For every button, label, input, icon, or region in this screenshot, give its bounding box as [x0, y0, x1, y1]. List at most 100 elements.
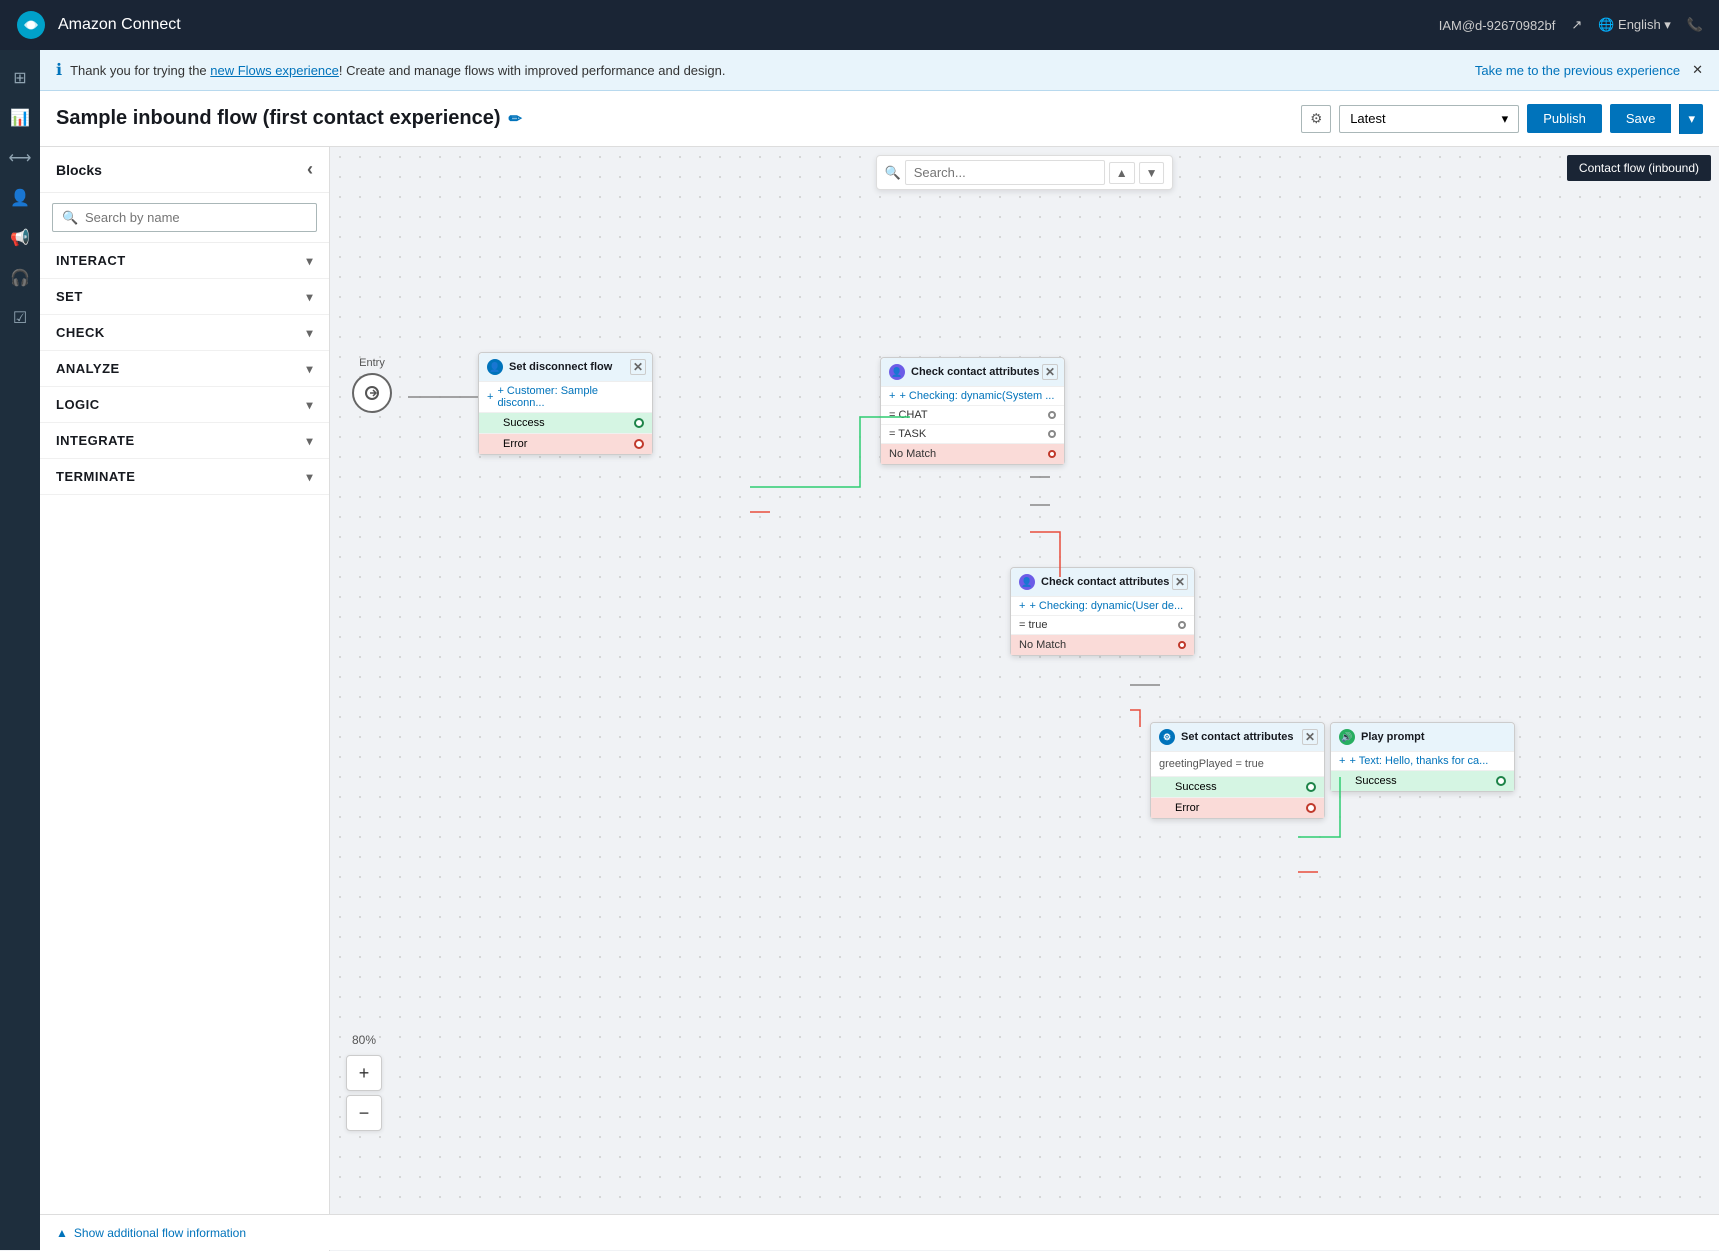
publish-button[interactable]: Publish	[1527, 104, 1602, 133]
check-nomatch-row-1: No Match	[881, 443, 1064, 464]
banner-link[interactable]: new Flows experience	[210, 63, 339, 78]
canvas[interactable]: 🔍 ▲ ▼ Contact flow (inbound)	[330, 147, 1719, 1251]
connections-svg	[330, 147, 1719, 1251]
category-terminate[interactable]: TERMINATE ▾	[40, 459, 329, 495]
blocks-search-area: 🔍	[40, 193, 329, 243]
category-logic[interactable]: LOGIC ▾	[40, 387, 329, 423]
page-header: Sample inbound flow (first contact exper…	[0, 91, 1719, 147]
category-analyze[interactable]: ANALYZE ▾	[40, 351, 329, 387]
language-selector[interactable]: 🌐 English ▾	[1598, 17, 1671, 33]
chevron-analyze-icon: ▾	[306, 362, 313, 376]
nav-down-button[interactable]: ▼	[1139, 162, 1165, 184]
set-disconnect-content: + + Customer: Sample disconn...	[479, 382, 652, 412]
check-contact-1-header: 👤 Check contact attributes ✕	[881, 358, 1064, 387]
sidebar-icon-channels[interactable]: 📢	[4, 222, 36, 254]
set-contact-header: ⚙ Set contact attributes ✕	[1151, 723, 1324, 752]
zoom-out-button[interactable]: −	[346, 1095, 382, 1131]
search-canvas-icon: 🔍	[885, 165, 901, 181]
zoom-in-button[interactable]: +	[346, 1055, 382, 1091]
set-contact-title: Set contact attributes	[1181, 731, 1293, 743]
amazon-connect-logo	[16, 10, 46, 40]
set-contact-node[interactable]: ⚙ Set contact attributes ✕ greetingPlaye…	[1150, 722, 1325, 819]
check-task-row: = TASK	[881, 424, 1064, 443]
chevron-up-icon: ▲	[56, 1226, 68, 1240]
check-true-row: = true	[1011, 615, 1194, 634]
check-contact-2-title: Check contact attributes	[1041, 576, 1169, 588]
category-interact[interactable]: INTERACT ▾	[40, 243, 329, 279]
category-check[interactable]: CHECK ▾	[40, 315, 329, 351]
show-additional-info[interactable]: Show additional flow information	[74, 1226, 246, 1240]
set-disconnect-node[interactable]: 👤 Set disconnect flow ✕ + + Customer: Sa…	[478, 352, 653, 455]
check-contact-1-icon: 👤	[889, 364, 905, 380]
nomatch-port-2	[1178, 641, 1186, 649]
play-prompt-content: + + Text: Hello, thanks for ca...	[1331, 752, 1514, 770]
chevron-check-icon: ▾	[306, 326, 313, 340]
user-info[interactable]: IAM@d-92670982bf	[1439, 18, 1556, 33]
search-icon: 🔍	[62, 210, 78, 226]
entry-node: Entry	[352, 357, 392, 413]
set-disconnect-icon: 👤	[487, 359, 503, 375]
check-contact-1-close[interactable]: ✕	[1042, 364, 1058, 380]
check-contact-1-node[interactable]: 👤 Check contact attributes ✕ + + Checkin…	[880, 357, 1065, 465]
version-selector[interactable]: Latest ▾	[1339, 105, 1519, 133]
play-prompt-node[interactable]: 🔊 Play prompt + + Text: Hello, thanks fo…	[1330, 722, 1515, 792]
sidebar-icon-users[interactable]: 👤	[4, 182, 36, 214]
chevron-logic-icon: ▾	[306, 398, 313, 412]
search-input[interactable]	[52, 203, 317, 232]
set-disconnect-title: Set disconnect flow	[509, 361, 612, 373]
play-prompt-success: Success	[1331, 770, 1514, 791]
flow-badge: Contact flow (inbound)	[1567, 155, 1711, 181]
set-contact-error: Error	[1151, 797, 1324, 818]
check-contact-2-node[interactable]: 👤 Check contact attributes ✕ + + Checkin…	[1010, 567, 1195, 656]
main-area: Blocks ‹ 🔍 INTERACT ▾ SET ▾ CHECK ▾ ANAL…	[40, 147, 1719, 1251]
check-contact-2-header: 👤 Check contact attributes ✕	[1011, 568, 1194, 597]
category-set[interactable]: SET ▾	[40, 279, 329, 315]
check-contact-2-close[interactable]: ✕	[1172, 574, 1188, 590]
play-prompt-title: Play prompt	[1361, 731, 1425, 743]
set-disconnect-header: 👤 Set disconnect flow ✕	[479, 353, 652, 382]
chat-port	[1048, 411, 1056, 419]
check-contact-1-content: + + Checking: dynamic(System ...	[881, 387, 1064, 405]
set-contact-close[interactable]: ✕	[1302, 729, 1318, 745]
canvas-search-input[interactable]	[905, 160, 1105, 185]
nav-up-button[interactable]: ▲	[1109, 162, 1135, 184]
chevron-set-icon: ▾	[306, 290, 313, 304]
canvas-toolbar: 🔍 ▲ ▼	[876, 155, 1174, 190]
chevron-terminate-icon: ▾	[306, 470, 313, 484]
sidebar-icon-headset[interactable]: 🎧	[4, 262, 36, 294]
entry-circle[interactable]	[352, 373, 392, 413]
chevron-integrate-icon: ▾	[306, 434, 313, 448]
blocks-panel: Blocks ‹ 🔍 INTERACT ▾ SET ▾ CHECK ▾ ANAL…	[40, 147, 330, 1251]
banner: ℹ Thank you for trying the new Flows exp…	[0, 50, 1719, 91]
error-port	[634, 439, 644, 449]
banner-text: Thank you for trying the new Flows exper…	[70, 63, 725, 78]
set-disconnect-close[interactable]: ✕	[630, 359, 646, 375]
set-contact-content: greetingPlayed = true	[1151, 752, 1324, 776]
set-contact-icon: ⚙	[1159, 729, 1175, 745]
zoom-level-label: 80%	[346, 1033, 382, 1047]
set-contact-success: Success	[1151, 776, 1324, 797]
page-title-text: Sample inbound flow (first contact exper…	[56, 107, 501, 130]
bottom-info-bar[interactable]: ▲ Show additional flow information	[40, 1214, 1719, 1250]
edit-title-icon[interactable]: ✏	[509, 109, 522, 129]
play-success-port	[1496, 776, 1506, 786]
check-contact-2-icon: 👤	[1019, 574, 1035, 590]
sidebar-icon-dashboard[interactable]: 📊	[4, 102, 36, 134]
external-link-icon[interactable]: ↗	[1571, 17, 1582, 33]
collapse-panel-icon[interactable]: ‹	[307, 159, 313, 180]
set-disconnect-success: Success	[479, 412, 652, 433]
blocks-title: Blocks	[56, 162, 102, 178]
sidebar-icon-home[interactable]: ⊞	[4, 62, 36, 94]
banner-close[interactable]: ✕	[1692, 62, 1703, 78]
banner-cta[interactable]: Take me to the previous experience	[1475, 63, 1680, 78]
sidebar-icon-routing[interactable]: ⟷	[4, 142, 36, 174]
set-success-port	[1306, 782, 1316, 792]
left-sidebar: ⊞ 📊 ⟷ 👤 📢 🎧 ☑	[0, 50, 40, 1250]
save-dropdown-button[interactable]: ▾	[1679, 104, 1703, 134]
sidebar-icon-tasks[interactable]: ☑	[4, 302, 36, 334]
phone-icon[interactable]: 📞	[1687, 17, 1703, 33]
blocks-categories: INTERACT ▾ SET ▾ CHECK ▾ ANALYZE ▾ LOGIC…	[40, 243, 329, 1251]
save-button[interactable]: Save	[1610, 104, 1672, 133]
gear-button[interactable]: ⚙	[1301, 105, 1331, 133]
category-integrate[interactable]: INTEGRATE ▾	[40, 423, 329, 459]
